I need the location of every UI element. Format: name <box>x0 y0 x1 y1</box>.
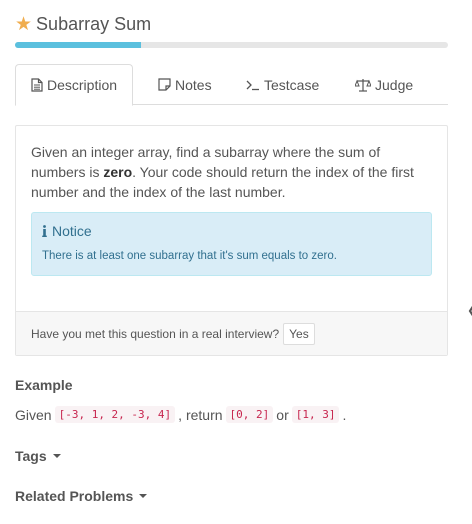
tags-label: Tags <box>15 448 47 464</box>
tab-judge[interactable]: Judge <box>340 64 428 105</box>
notice-heading: Notice <box>42 223 92 239</box>
related-label: Related Problems <box>15 488 134 504</box>
caret-down-icon <box>52 454 61 458</box>
balance-scale-icon <box>355 78 371 92</box>
tags-toggle[interactable]: Tags <box>15 448 61 464</box>
tab-label: Judge <box>375 76 414 93</box>
info-icon <box>42 225 47 237</box>
description-bold: zero <box>103 164 133 180</box>
notice-box: Notice There is at least one subarray th… <box>31 212 432 276</box>
progress-bar <box>15 42 448 48</box>
notice-title: Notice <box>52 223 92 239</box>
example-heading: Example <box>15 377 73 393</box>
description-panel: Given an integer array, find a subarray … <box>15 125 448 356</box>
example-return: , return <box>178 406 223 423</box>
tab-notes[interactable]: Notes <box>143 64 227 105</box>
yes-button[interactable]: Yes <box>283 322 315 345</box>
tab-label: Description <box>47 77 118 93</box>
tab-label: Testcase <box>264 76 320 93</box>
tab-bar: Description Notes Testcase Judge <box>15 64 448 106</box>
resize-handle-icon[interactable]: ❮ <box>467 303 472 317</box>
page-title: Subarray Sum <box>36 13 152 34</box>
file-text-icon <box>31 78 43 92</box>
note-icon <box>158 78 171 91</box>
tab-testcase[interactable]: Testcase <box>231 64 334 105</box>
example-given: Given <box>15 406 52 423</box>
related-problems-toggle[interactable]: Related Problems <box>15 488 148 504</box>
problem-description: Given an integer array, find a subarray … <box>31 142 436 202</box>
problem-header: ★ Subarray Sum <box>15 10 151 38</box>
notice-text: There is at least one subarray that it's… <box>42 250 337 262</box>
star-icon[interactable]: ★ <box>15 15 32 34</box>
interview-question: Have you met this question in a real int… <box>31 326 280 341</box>
example-input: [-3, 1, 2, -3, 4] <box>54 406 176 423</box>
example-or: or <box>276 406 289 423</box>
tab-label: Notes <box>175 76 212 93</box>
progress-fill <box>15 42 141 48</box>
example-line: Given [-3, 1, 2, -3, 4] , return [0, 2] … <box>15 406 346 423</box>
example-output-2: [1, 3] <box>291 406 340 423</box>
example-output-1: [0, 2] <box>225 406 274 423</box>
caret-down-icon <box>139 494 148 498</box>
terminal-icon <box>246 79 260 91</box>
example-end: . <box>342 406 347 423</box>
interview-bar: Have you met this question in a real int… <box>16 311 447 355</box>
tab-description[interactable]: Description <box>15 64 134 106</box>
